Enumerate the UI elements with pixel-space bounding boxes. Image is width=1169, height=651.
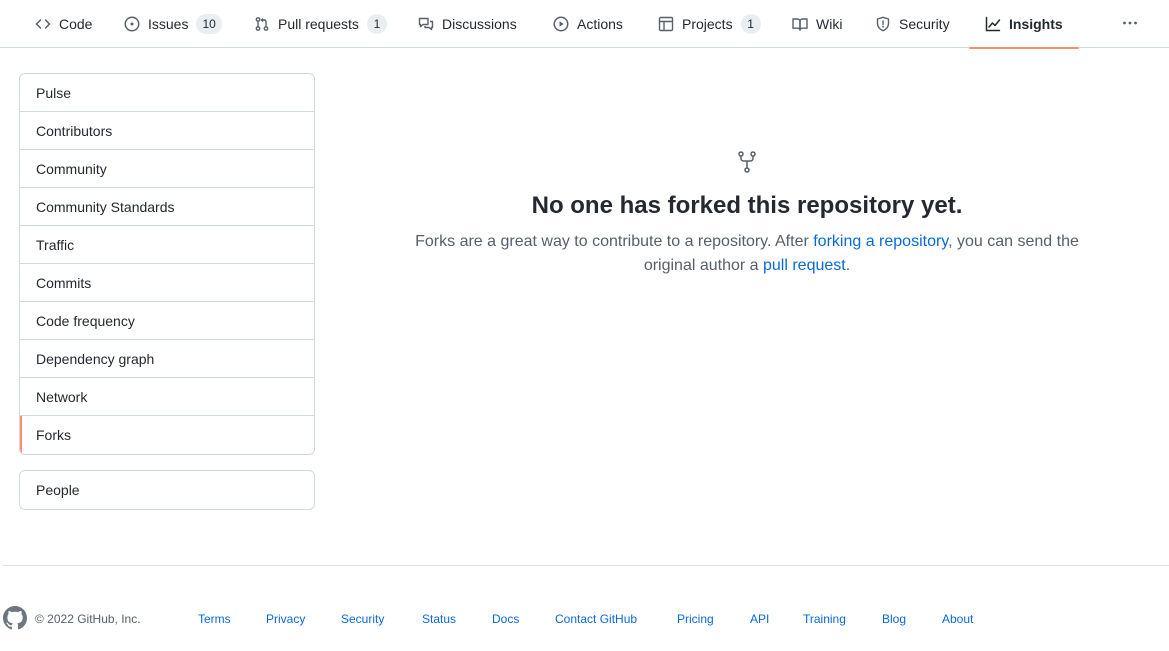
tab-label: Security [899, 16, 950, 32]
tab-insights[interactable]: Insights [969, 0, 1079, 49]
blankslate-title: No one has forked this repository yet. [531, 192, 963, 219]
menu-item-label: Dependency graph [36, 350, 155, 367]
shield-icon [875, 16, 891, 32]
menu-item-label: People [36, 482, 80, 498]
issues-counter: 10 [196, 14, 222, 34]
footer-link-about[interactable]: About [942, 612, 973, 626]
kebab-horizontal-icon [1122, 15, 1138, 34]
table-icon [658, 16, 674, 32]
menu-item-traffic[interactable]: Traffic [20, 226, 314, 264]
footer-link-training[interactable]: Training [803, 612, 846, 626]
issue-opened-icon [124, 16, 140, 32]
repo-forked-icon [355, 150, 1139, 174]
people-menu: People [19, 470, 315, 510]
menu-item-label: Contributors [36, 122, 113, 139]
footer-link-privacy[interactable]: Privacy [266, 612, 305, 626]
footer-link-pricing[interactable]: Pricing [677, 612, 714, 626]
footer-link-terms[interactable]: Terms [198, 612, 231, 626]
menu-item-label: Forks [36, 427, 71, 443]
projects-counter: 1 [740, 14, 761, 34]
footer-divider [3, 565, 1169, 566]
tab-security[interactable]: Security [875, 0, 950, 48]
repo-nav: Code Issues 10 Pull requests 1 Discussio… [0, 0, 1169, 49]
code-icon [35, 16, 51, 32]
tab-label: Code [59, 16, 93, 32]
menu-item-contributors[interactable]: Contributors [20, 112, 314, 150]
blankslate-text: Forks are a great way to contribute to a… [415, 233, 814, 250]
footer-link-status[interactable]: Status [422, 612, 456, 626]
footer-link-contact-github[interactable]: Contact GitHub [555, 612, 637, 626]
tab-pull-requests[interactable]: Pull requests 1 [254, 0, 387, 48]
menu-item-label: Pulse [36, 84, 72, 101]
footer-link-api[interactable]: API [750, 612, 769, 626]
tab-wiki[interactable]: Wiki [792, 0, 842, 48]
tab-discussions[interactable]: Discussions [418, 0, 517, 48]
tab-actions[interactable]: Actions [553, 0, 623, 48]
footer-link-blog[interactable]: Blog [882, 612, 906, 626]
menu-item-pulse[interactable]: Pulse [20, 74, 314, 112]
menu-item-label: Network [36, 388, 88, 405]
github-mark-icon[interactable] [3, 606, 27, 630]
forking-a-repository-link[interactable]: forking a repository [813, 233, 948, 250]
menu-item-community-standards[interactable]: Community Standards [20, 188, 314, 226]
menu-item-code-frequency[interactable]: Code frequency [20, 302, 314, 340]
pull-request-link[interactable]: pull request [763, 257, 846, 274]
tab-label: Actions [577, 16, 623, 32]
tab-code[interactable]: Code [35, 0, 92, 48]
book-icon [792, 16, 808, 32]
menu-item-people[interactable]: People [20, 471, 314, 509]
menu-item-community[interactable]: Community [20, 150, 314, 188]
more-tabs-button[interactable] [1119, 12, 1141, 36]
menu-item-dependency-graph[interactable]: Dependency graph [20, 340, 314, 378]
blankslate-description: Forks are a great way to contribute to a… [397, 230, 1097, 278]
tab-projects[interactable]: Projects 1 [658, 0, 761, 48]
menu-item-network[interactable]: Network [20, 378, 314, 416]
footer-link-docs[interactable]: Docs [492, 612, 519, 626]
comment-discussion-icon [418, 16, 434, 32]
tab-label: Pull requests [278, 16, 359, 32]
insights-menu: Pulse Contributors Community Community S… [19, 73, 315, 455]
tab-label: Wiki [816, 16, 843, 32]
tab-label: Insights [1009, 16, 1063, 32]
footer-link-security[interactable]: Security [341, 612, 384, 626]
menu-item-label: Community [36, 160, 107, 177]
git-pull-request-icon [254, 16, 270, 32]
pull-requests-counter: 1 [366, 14, 387, 34]
copyright-text: © 2022 GitHub, Inc. [35, 612, 141, 626]
tab-label: Discussions [442, 16, 517, 32]
tab-label: Projects [682, 16, 733, 32]
play-icon [553, 16, 569, 32]
tab-issues[interactable]: Issues 10 [124, 0, 222, 48]
forks-blankslate: No one has forked this repository yet. F… [355, 150, 1139, 278]
footer: © 2022 GitHub, Inc. Terms Privacy Securi… [0, 604, 1169, 632]
menu-item-label: Commits [36, 274, 92, 291]
menu-item-forks[interactable]: Forks [20, 416, 314, 454]
menu-item-commits[interactable]: Commits [20, 264, 314, 302]
menu-item-label: Code frequency [36, 312, 135, 329]
blankslate-text: . [845, 257, 851, 274]
menu-item-label: Traffic [36, 236, 75, 253]
menu-item-label: Community Standards [36, 198, 175, 215]
graph-icon [985, 16, 1001, 32]
tab-label: Issues [148, 16, 189, 32]
